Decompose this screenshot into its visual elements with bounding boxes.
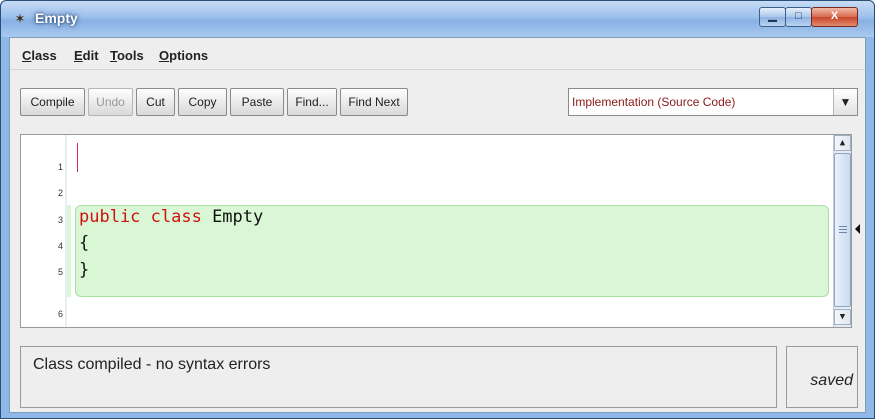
grip-line xyxy=(839,232,847,233)
menu-tools[interactable]: Tools xyxy=(110,48,144,63)
code-line-3: public class Empty xyxy=(79,207,263,227)
paste-button[interactable]: Paste xyxy=(230,88,284,116)
line-number: 6 xyxy=(57,309,63,319)
line-number: 5 xyxy=(57,267,63,277)
text-caret xyxy=(77,143,78,172)
line-number: 4 xyxy=(57,241,63,251)
chevron-down-icon[interactable]: ▼ xyxy=(833,89,857,115)
maximize-button[interactable]: □ xyxy=(785,7,812,27)
grip-line xyxy=(839,226,847,227)
keyword: public class xyxy=(79,207,202,227)
code-line-5: } xyxy=(79,260,90,280)
scope-marker xyxy=(67,205,71,297)
vertical-scrollbar[interactable]: ▲ ▼ xyxy=(833,135,851,327)
scroll-down-icon[interactable]: ▼ xyxy=(834,309,851,325)
status-message: Class compiled - no syntax errors xyxy=(33,356,271,373)
line-number: 2 xyxy=(57,188,63,198)
cut-button[interactable]: Cut xyxy=(136,88,175,116)
line-number: 1 xyxy=(57,162,63,172)
find-button[interactable]: Find... xyxy=(287,88,337,116)
menu-bar: Class Edit Tools Options xyxy=(10,38,865,70)
line-number: 3 xyxy=(57,215,63,225)
toolbar: Compile Undo Cut Copy Paste Find... Find… xyxy=(10,70,865,124)
menu-edit[interactable]: Edit xyxy=(74,48,99,63)
line-number-gutter: 1 2 3 4 5 6 xyxy=(21,135,67,327)
window-title: Empty xyxy=(35,10,78,26)
view-select-value: Implementation (Source Code) xyxy=(572,95,736,109)
editor-window: ✶ Empty ▁ □ X Class Edit Tools Options C… xyxy=(0,0,875,419)
code-line-4: { xyxy=(79,233,90,253)
grip-line xyxy=(839,229,847,230)
collapse-arrow-icon[interactable] xyxy=(855,224,860,234)
save-status-box: saved xyxy=(786,346,858,408)
title-bar[interactable]: ✶ Empty ▁ □ X xyxy=(1,1,874,37)
close-button[interactable]: X xyxy=(811,7,858,27)
menu-options[interactable]: Options xyxy=(159,48,208,63)
find-next-button[interactable]: Find Next xyxy=(340,88,408,116)
client-area: Class Edit Tools Options Compile Undo Cu… xyxy=(9,37,866,413)
status-bar: Class compiled - no syntax errors xyxy=(20,346,777,408)
minimize-button[interactable]: ▁ xyxy=(759,7,786,27)
saved-indicator: saved xyxy=(810,372,853,389)
bluej-app-icon: ✶ xyxy=(14,11,26,26)
menu-class[interactable]: Class xyxy=(22,48,57,63)
copy-button[interactable]: Copy xyxy=(178,88,227,116)
compile-button[interactable]: Compile xyxy=(20,88,85,116)
view-select[interactable]: Implementation (Source Code) ▼ xyxy=(568,88,858,116)
scroll-up-icon[interactable]: ▲ xyxy=(834,135,851,151)
class-name: Empty xyxy=(201,207,264,227)
scroll-thumb[interactable] xyxy=(834,153,851,307)
source-editor[interactable]: 1 2 3 4 5 6 public class Empty { } ▲ ▼ xyxy=(20,134,852,328)
undo-button[interactable]: Undo xyxy=(88,88,133,116)
